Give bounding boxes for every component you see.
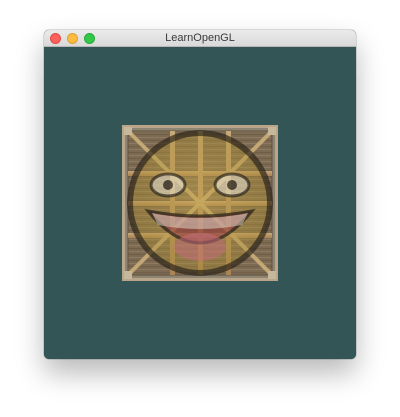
opengl-viewport[interactable]	[44, 47, 356, 359]
awesome-face-texture	[127, 130, 273, 276]
title-bar[interactable]: LearnOpenGL	[44, 30, 356, 47]
app-window: LearnOpenGL	[44, 30, 356, 359]
window-title: LearnOpenGL	[165, 32, 235, 44]
textured-quad	[122, 125, 278, 281]
